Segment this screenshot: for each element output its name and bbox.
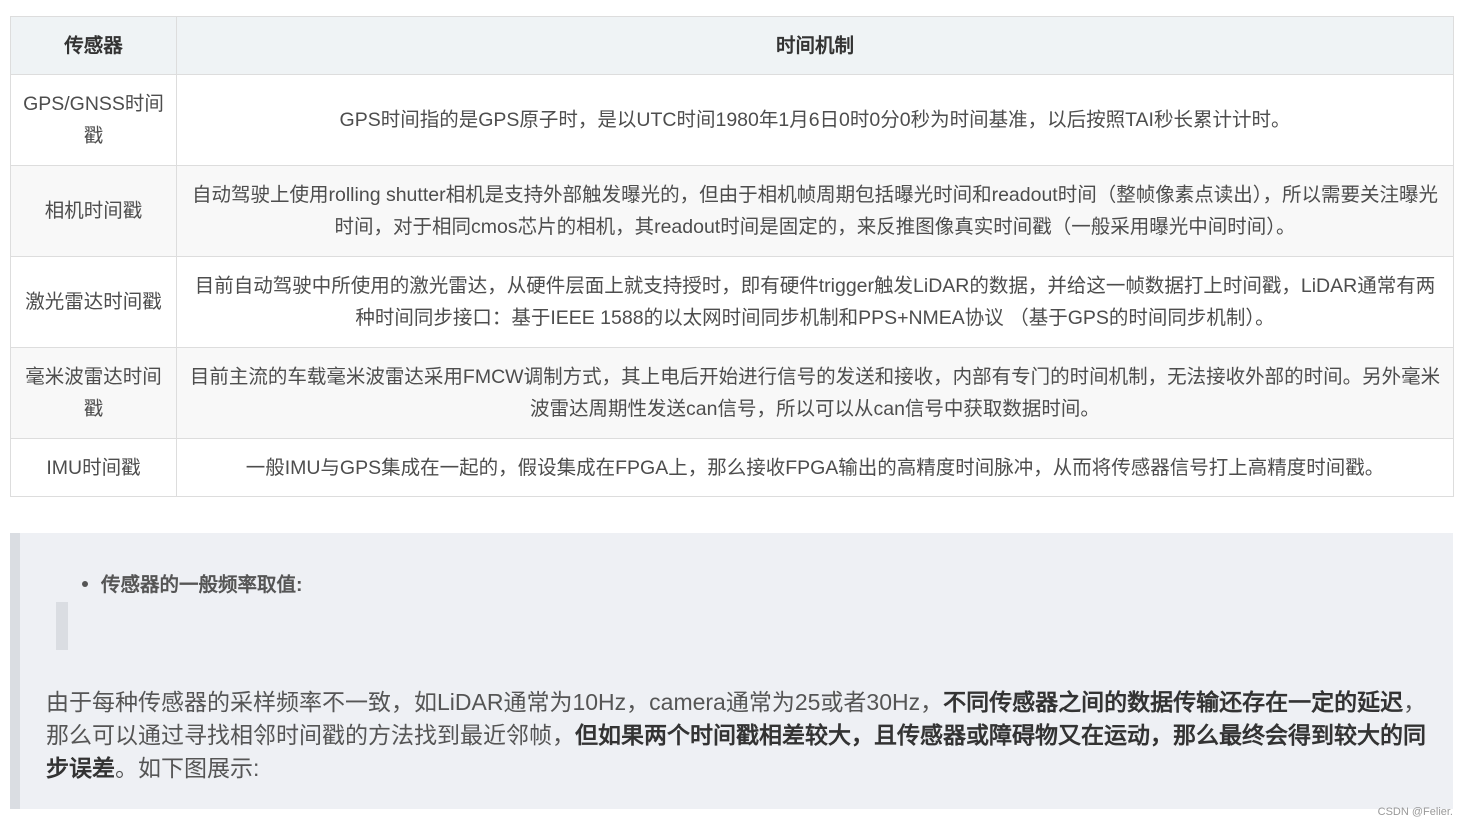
- table-header-row: 传感器 时间机制: [10, 16, 1454, 75]
- table-row: GPS/GNSS时间戳 GPS时间指的是GPS原子时，是以UTC时间1980年1…: [10, 74, 1454, 166]
- bullet-text: 传感器的一般频率取值:: [101, 574, 303, 596]
- nested-blockquote-bar: [56, 602, 68, 650]
- table-row: IMU时间戳 一般IMU与GPS集成在一起的，假设集成在FPGA上，那么接收FP…: [10, 438, 1454, 497]
- sensor-cell: IMU时间戳: [10, 438, 177, 497]
- table-row: 毫米波雷达时间戳 目前主流的车载毫米波雷达采用FMCW调制方式，其上电后开始进行…: [10, 347, 1454, 439]
- mechanism-cell: 目前主流的车载毫米波雷达采用FMCW调制方式，其上电后开始进行信号的发送和接收，…: [176, 347, 1454, 439]
- sensor-cell: 相机时间戳: [10, 165, 177, 257]
- sensor-cell: GPS/GNSS时间戳: [10, 74, 177, 166]
- paragraph-text: 由于每种传感器的采样频率不一致，如LiDAR通常为10Hz，camera通常为2…: [46, 689, 944, 715]
- watermark: CSDN @Felier.: [1377, 806, 1453, 818]
- mechanism-cell: 一般IMU与GPS集成在一起的，假设集成在FPGA上，那么接收FPGA输出的高精…: [176, 438, 1454, 497]
- quote-paragraph: 由于每种传感器的采样频率不一致，如LiDAR通常为10Hz，camera通常为2…: [46, 686, 1441, 785]
- paragraph-bold-text: 不同传感器之间的数据传输还存在一定的延迟: [943, 689, 1404, 715]
- table-row: 激光雷达时间戳 目前自动驾驶中所使用的激光雷达，从硬件层面上就支持授时，即有硬件…: [10, 256, 1454, 348]
- header-sensor: 传感器: [10, 16, 177, 75]
- blockquote: 传感器的一般频率取值: 由于每种传感器的采样频率不一致，如LiDAR通常为10H…: [10, 533, 1453, 809]
- paragraph-text: 。如下图展示:: [115, 755, 260, 781]
- table-row: 相机时间戳 自动驾驶上使用rolling shutter相机是支持外部触发曝光的…: [10, 165, 1454, 257]
- page: 传感器 时间机制 GPS/GNSS时间戳 GPS时间指的是GPS原子时，是以UT…: [0, 0, 1467, 826]
- sensor-cell: 毫米波雷达时间戳: [10, 347, 177, 439]
- mechanism-cell: GPS时间指的是GPS原子时，是以UTC时间1980年1月6日0时0分0秒为时间…: [176, 74, 1454, 166]
- bullet-list-item: 传感器的一般频率取值:: [82, 571, 303, 599]
- mechanism-cell: 自动驾驶上使用rolling shutter相机是支持外部触发曝光的，但由于相机…: [176, 165, 1454, 257]
- mechanism-cell: 目前自动驾驶中所使用的激光雷达，从硬件层面上就支持授时，即有硬件trigger触…: [176, 256, 1454, 348]
- bullet-dot-icon: [82, 580, 88, 587]
- header-time-mechanism: 时间机制: [176, 16, 1454, 75]
- sensor-cell: 激光雷达时间戳: [10, 256, 177, 348]
- sensor-time-table: 传感器 时间机制 GPS/GNSS时间戳 GPS时间指的是GPS原子时，是以UT…: [10, 16, 1454, 497]
